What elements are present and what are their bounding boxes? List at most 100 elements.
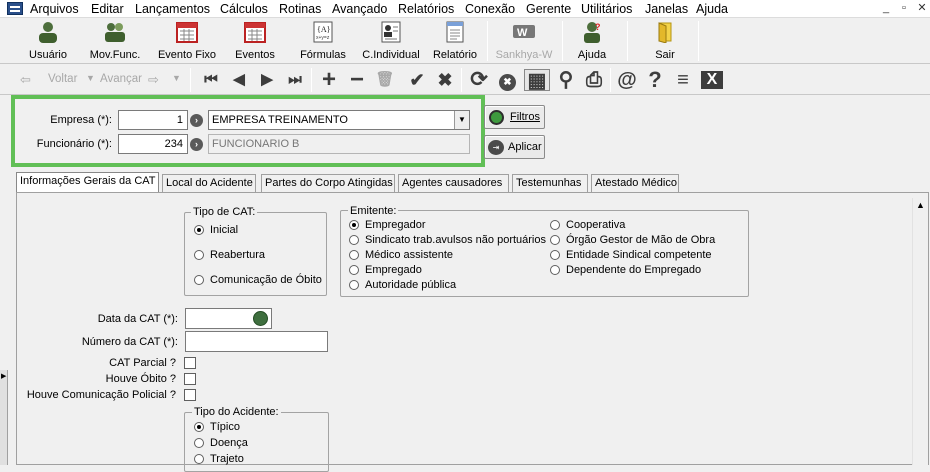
radio-dependente[interactable] [550, 265, 560, 275]
remove-icon[interactable]: − [345, 68, 369, 92]
help-icon: ? [584, 22, 601, 43]
menu-ajuda[interactable]: Ajuda [696, 2, 728, 16]
app-icon[interactable] [7, 2, 23, 15]
toolbar-separator [562, 21, 563, 61]
back-arrow-icon: ⇦ [20, 72, 31, 87]
print-icon[interactable]: ⎙ [582, 69, 606, 91]
menu-arquivos[interactable]: Arquivos [30, 2, 79, 16]
first-record-icon[interactable]: ⏮ [199, 69, 223, 91]
menu-lancamentos[interactable]: Lançamentos [135, 2, 210, 16]
trash-icon[interactable]: 🗑 [373, 69, 397, 91]
radio-empregado[interactable] [349, 265, 359, 275]
calendar-icon[interactable] [253, 311, 268, 326]
sair-button[interactable]: Sair [640, 20, 690, 62]
menu-avancado[interactable]: Avançado [332, 2, 387, 16]
vertical-scrollbar[interactable]: ▲ [912, 198, 928, 465]
formulas-button[interactable]: {A} x+y=z Fórmulas [296, 20, 350, 62]
cat-parcial-checkbox[interactable] [184, 357, 196, 369]
dropdown-arrow-icon[interactable]: ▼ [86, 73, 95, 83]
numero-cat-field[interactable] [185, 331, 328, 352]
usuario-button[interactable]: Usuário [22, 20, 74, 62]
radio-reabertura[interactable] [194, 250, 204, 260]
scroll-up-icon[interactable]: ▲ [916, 200, 925, 210]
eventos-button[interactable]: Eventos [230, 20, 280, 62]
radio-sindicato[interactable] [349, 235, 359, 245]
menu-relatorios[interactable]: Relatórios [398, 2, 454, 16]
radio-sindicato-label: Sindicato trab.avulsos não portuários [365, 234, 546, 246]
tab-agentes-causadores[interactable]: Agentes causadores [398, 174, 509, 192]
voltar-button[interactable]: Voltar [48, 73, 77, 85]
formulas-label: Fórmulas [300, 49, 346, 61]
radio-doenca[interactable] [194, 438, 204, 448]
refresh-icon[interactable]: ⟳ [467, 69, 491, 91]
last-record-icon[interactable]: ⏭ [283, 69, 307, 91]
tab-local-do-acidente[interactable]: Local do Acidente [162, 174, 256, 192]
radio-trajeto[interactable] [194, 454, 204, 464]
houve-comunicacao-label: Houve Comunicação Policial ? [26, 389, 176, 401]
menu-gerente[interactable]: Gerente [526, 2, 571, 16]
grid-view-icon[interactable]: ▦ [524, 69, 550, 92]
sankhya-icon: W [513, 25, 535, 39]
mov-func-button[interactable]: Mov.Func. [86, 20, 144, 62]
report-icon [446, 21, 464, 43]
expand-arrow-icon[interactable]: ▶ [1, 372, 6, 380]
tipo-cat-title: Tipo de CAT: [191, 206, 258, 218]
radio-cooperativa[interactable] [550, 220, 560, 230]
radio-empregado-label: Empregado [365, 264, 422, 276]
sankhya-w-button[interactable]: W Sankhya-W [492, 20, 556, 62]
ajuda-label: Ajuda [577, 49, 607, 61]
confirm-icon[interactable]: ✔ [405, 69, 429, 91]
tab-atestado-medico[interactable]: Atestado Médico [591, 174, 679, 192]
next-record-icon[interactable]: ▶ [255, 69, 279, 91]
menu-editar[interactable]: Editar [91, 2, 124, 16]
search-icon[interactable]: ⚲ [554, 69, 578, 91]
dropdown-arrow-icon[interactable]: ▼ [172, 73, 181, 83]
side-panel-handle[interactable]: ▶ [0, 370, 8, 465]
c-individual-button[interactable]: C.Individual [360, 20, 422, 62]
radio-comunicacao-obito[interactable] [194, 275, 204, 285]
radio-inicial[interactable] [194, 225, 204, 235]
menu-rotinas[interactable]: Rotinas [279, 2, 321, 16]
help-icon[interactable]: ? [643, 69, 667, 91]
stop-icon[interactable]: ✖ [499, 74, 516, 91]
houve-comunicacao-checkbox[interactable] [184, 389, 196, 401]
minimize-icon[interactable]: _ [878, 2, 894, 15]
close-icon[interactable]: ✕ [914, 2, 930, 15]
cancel-icon[interactable]: ✖ [433, 69, 457, 91]
previous-record-icon[interactable]: ◀ [227, 69, 251, 91]
tab-informacoes-gerais[interactable]: Informações Gerais da CAT [16, 172, 159, 193]
radio-doenca-label: Doença [210, 437, 248, 449]
toolbar-separator [311, 68, 312, 92]
houve-obito-checkbox[interactable] [184, 373, 196, 385]
numero-cat-label: Número da CAT (*): [81, 336, 178, 348]
tab-partes-do-corpo[interactable]: Partes do Corpo Atingidas [261, 174, 395, 192]
excel-export-icon[interactable]: X [701, 71, 723, 89]
radio-dependente-label: Dependente do Empregado [566, 264, 702, 276]
radio-tipico[interactable] [194, 422, 204, 432]
avancar-button[interactable]: Avançar [100, 73, 142, 85]
radio-entidade-sindical[interactable] [550, 250, 560, 260]
relatorio-button[interactable]: Relatório [430, 20, 480, 62]
add-icon[interactable]: + [317, 68, 341, 92]
restore-icon[interactable]: ▫ [896, 2, 912, 15]
menu-calculos[interactable]: Cálculos [220, 2, 268, 16]
aplicar-button[interactable]: ⇥ Aplicar [484, 135, 545, 159]
menu-janelas[interactable]: Janelas [645, 2, 688, 16]
tab-testemunhas[interactable]: Testemunhas [512, 174, 588, 192]
svg-text:x+y=z: x+y=z [316, 35, 330, 41]
filter-icon[interactable]: ≡ [671, 69, 695, 91]
radio-orgao-gestor[interactable] [550, 235, 560, 245]
ajuda-button[interactable]: ? Ajuda [568, 20, 616, 62]
user-icon [39, 22, 57, 43]
radio-autoridade-publica[interactable] [349, 280, 359, 290]
email-icon[interactable]: @ [615, 69, 639, 91]
radio-reabertura-label: Reabertura [210, 249, 266, 261]
menu-conexao[interactable]: Conexão [465, 2, 515, 16]
radio-medico-assistente[interactable] [349, 250, 359, 260]
menu-utilitarios[interactable]: Utilitários [581, 2, 632, 16]
filtros-button[interactable]: Filtros [484, 105, 545, 129]
toolbar-separator [610, 68, 611, 92]
evento-fixo-button[interactable]: Evento Fixo [156, 20, 218, 62]
radio-empregador[interactable] [349, 220, 359, 230]
svg-text:W: W [517, 27, 528, 39]
